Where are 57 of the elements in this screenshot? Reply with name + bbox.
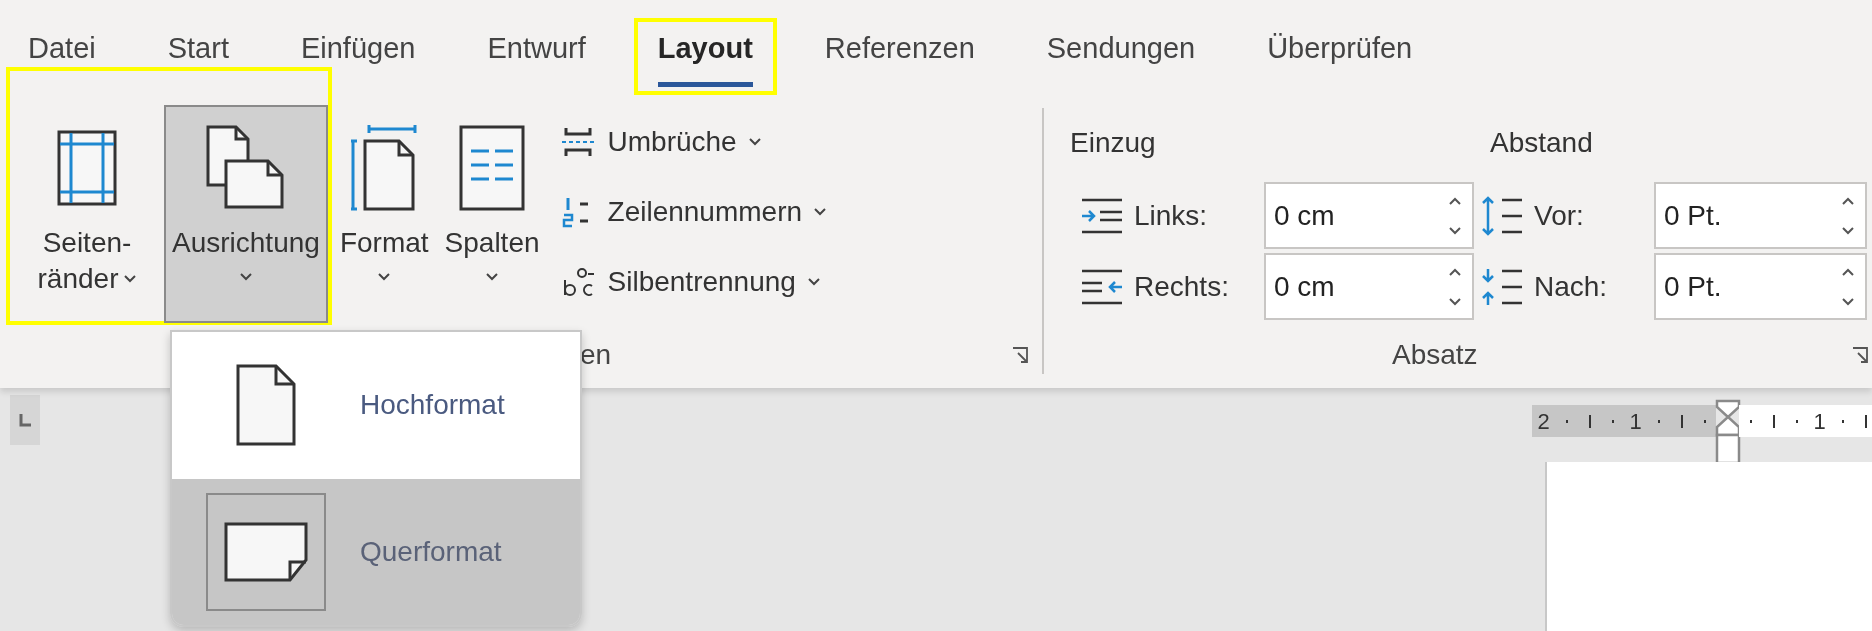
chevron-down-icon [124,275,137,283]
spacing-after-icon [1480,266,1524,307]
chevron-down-icon [748,138,761,146]
ribbon-tab[interactable]: Sendungen [1046,26,1196,87]
group-label: en [580,338,612,372]
section-heading: Einzug [1069,125,1157,160]
ribbon-button[interactable]: Zeilennummern [557,177,831,247]
ribbon-tab[interactable]: Layout [657,26,753,87]
dialog-launcher-icon[interactable] [1852,347,1868,363]
ruler-number: 1 [1813,407,1826,436]
pages-icon [205,125,286,211]
landscape-page-icon [224,521,308,582]
ribbon-tab[interactable]: Start [167,26,229,87]
ribbon-button[interactable]: Umbrüche [557,107,831,177]
field-label: Rechts: [1134,269,1229,304]
spacing-before-icon [1480,195,1524,236]
ruler-number: 1 [1629,407,1642,436]
ribbon-button[interactable]: Ausrichtung [164,105,328,323]
ribbon-button[interactable]: Format [331,105,437,323]
columns-icon [459,125,526,211]
spin-arrows-icon[interactable] [1841,266,1855,307]
ribbon-tab[interactable]: Überprüfen [1267,26,1413,87]
spin-field[interactable]: 0 cm [1264,253,1474,320]
chevron-down-icon [807,278,820,286]
ribbon-button[interactable]: Spalten [436,105,548,323]
ribbon-tab[interactable]: Einfügen [300,26,416,87]
corner-tab-icon [18,413,32,427]
group-label: Absatz [1392,338,1478,372]
chevron-down-icon [239,273,252,281]
dialog-launcher-icon[interactable] [1012,347,1028,363]
spin-arrows-icon[interactable] [1448,195,1462,236]
ribbon-button[interactable]: Silbentrennung [557,247,831,317]
page-size-icon [351,125,418,211]
spin-field[interactable]: 0 cm [1264,182,1474,249]
chevron-down-icon [814,208,827,216]
field-label: Nach: [1534,269,1608,304]
portrait-page-icon [236,364,296,447]
spin-arrows-icon[interactable] [1448,266,1462,307]
hyphenation-icon [561,266,596,298]
menu-item[interactable]: Hochformat [172,332,580,479]
ruler-number: 2 [1537,407,1550,436]
chevron-down-icon [486,273,499,281]
ribbon-tab[interactable]: Referenzen [824,26,975,87]
section-heading: Abstand [1489,125,1594,160]
menu-item[interactable]: Querformat [172,478,580,625]
ribbon-tab[interactable]: Datei [28,26,96,87]
field-label: Vor: [1534,198,1584,233]
ribbon-button[interactable]: Seiten- ränder [10,105,164,323]
indent-marker-icon[interactable] [1714,399,1741,465]
chevron-down-icon [378,273,391,281]
tab-selector[interactable] [10,395,40,445]
breaks-icon [561,126,596,158]
spin-field[interactable]: 0 Pt. [1654,182,1867,249]
spin-arrows-icon[interactable] [1841,195,1855,236]
field-label: Links: [1134,198,1208,233]
ribbon-tab[interactable]: Entwurf [487,26,586,87]
spin-field[interactable]: 0 Pt. [1654,253,1867,320]
